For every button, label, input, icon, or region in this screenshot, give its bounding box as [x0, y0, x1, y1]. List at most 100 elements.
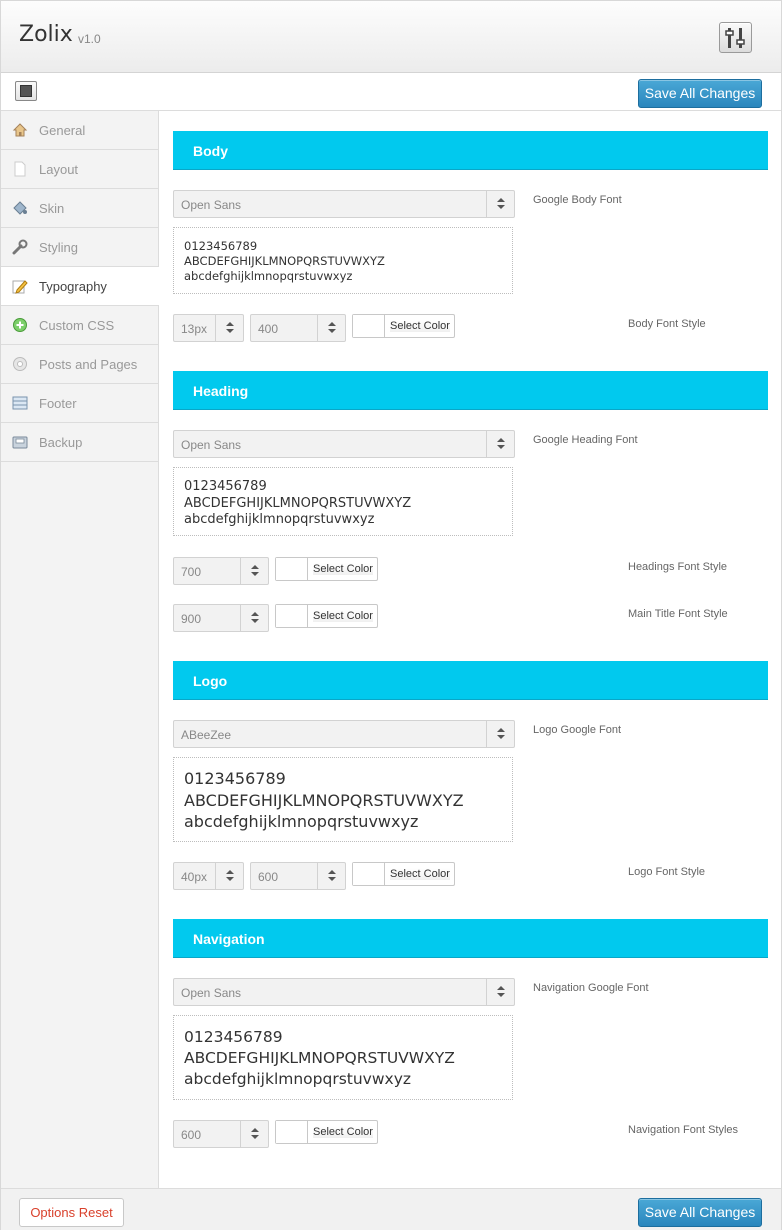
sidebar-item-label: Styling — [39, 240, 79, 255]
preview-uppercase: ABCDEFGHIJKLMNOPQRSTUVWXYZ — [184, 254, 385, 268]
navigation-font-select[interactable]: Open Sans — [173, 978, 515, 1006]
body-font-preview: 0123456789 ABCDEFGHIJKLMNOPQRSTUVWXYZ ab… — [173, 227, 513, 294]
heading-font-select[interactable]: Open Sans — [173, 430, 515, 458]
body-font-weight-select[interactable]: 400 — [250, 314, 346, 342]
sidebar-item-label: Footer — [39, 396, 77, 411]
logo-color-picker[interactable]: Select Color — [352, 862, 455, 886]
sidebar-item-skin[interactable]: Skin — [1, 189, 158, 228]
color-swatch — [276, 558, 308, 580]
sidebar-item-footer[interactable]: Footer — [1, 384, 158, 423]
navigation-font-weight-select[interactable]: 600 — [173, 1120, 269, 1148]
color-swatch — [276, 1121, 308, 1143]
navigation-font-label: Navigation Google Font — [533, 982, 649, 994]
save-all-changes-button-bottom[interactable]: Save All Changes — [638, 1198, 762, 1227]
sidebar-item-typography[interactable]: Typography — [1, 267, 159, 306]
pencil-icon — [12, 280, 28, 294]
select-value: ABeeZee — [181, 728, 232, 742]
select-arrows-icon — [317, 863, 345, 889]
logo-font-label: Logo Google Font — [533, 724, 622, 736]
heading-font-weight-select[interactable]: 700 — [173, 557, 269, 585]
select-arrows-icon — [486, 979, 514, 1005]
options-reset-button[interactable]: Options Reset — [19, 1198, 124, 1227]
preview-digits: 0123456789 — [184, 479, 267, 494]
select-arrows-icon — [240, 605, 268, 631]
preview-lowercase: abcdefghijklmnopqrstuvwxyz — [184, 1070, 412, 1088]
sidebar-item-label: Posts and Pages — [39, 357, 138, 372]
preview-digits: 0123456789 — [184, 769, 286, 788]
main-title-font-weight-select[interactable]: 900 — [173, 604, 269, 632]
app-version: v1.0 — [78, 32, 101, 46]
body-font-style-label: Body Font Style — [628, 318, 706, 330]
sidebar-item-label: General — [39, 123, 86, 138]
section-title: Logo — [193, 673, 228, 689]
select-value: 400 — [258, 322, 279, 336]
select-arrows-icon — [215, 315, 243, 341]
select-arrows-icon — [240, 558, 268, 584]
select-value: 900 — [181, 612, 202, 626]
preview-lowercase: abcdefghijklmnopqrstuvwxyz — [184, 812, 419, 831]
pages-icon — [13, 357, 27, 371]
heading-font-label: Google Heading Font — [533, 434, 638, 446]
paint-bucket-icon — [13, 201, 27, 215]
logo-font-style-label: Logo Font Style — [628, 866, 706, 878]
sidebar-item-posts-and-pages[interactable]: Posts and Pages — [1, 345, 158, 384]
sidebar-item-custom-css[interactable]: Custom CSS — [1, 306, 158, 345]
select-color-label: Select Color — [313, 610, 373, 622]
sidebar-item-backup[interactable]: Backup — [1, 423, 158, 462]
logo-font-select[interactable]: ABeeZee — [173, 720, 515, 748]
heading-font-preview: 0123456789 ABCDEFGHIJKLMNOPQRSTUVWXYZ ab… — [173, 467, 513, 536]
select-value: 700 — [181, 565, 202, 579]
settings-button[interactable] — [719, 22, 752, 53]
section-header-navigation: Navigation — [173, 919, 768, 958]
logo-font-weight-select[interactable]: 600 — [250, 862, 346, 890]
section-header-logo: Logo — [173, 661, 768, 700]
plus-circle-icon — [13, 318, 27, 332]
sidebar-item-label: Backup — [39, 435, 83, 450]
heading-color-picker[interactable]: Select Color — [275, 557, 378, 581]
page-icon — [14, 161, 26, 177]
color-swatch — [353, 863, 385, 885]
select-arrows-icon — [215, 863, 243, 889]
body-font-select[interactable]: Open Sans — [173, 190, 515, 218]
select-arrows-icon — [486, 721, 514, 747]
select-value: 600 — [258, 870, 279, 884]
select-value: Open Sans — [181, 986, 242, 1000]
main-title-color-picker[interactable]: Select Color — [275, 604, 378, 628]
app-title: Zolix — [19, 22, 73, 47]
sidebar-item-layout[interactable]: Layout — [1, 150, 158, 189]
sidebar-item-label: Layout — [39, 162, 79, 177]
select-arrows-icon — [240, 1121, 268, 1147]
navigation-color-picker[interactable]: Select Color — [275, 1120, 378, 1144]
sliders-icon — [725, 28, 745, 48]
body-font-label: Google Body Font — [533, 194, 622, 206]
footer-bar: Options Reset Save All Changes — [1, 1188, 781, 1230]
window-icon — [20, 85, 32, 97]
select-arrows-icon — [317, 315, 345, 341]
select-color-label: Select Color — [313, 1126, 373, 1138]
body-color-picker[interactable]: Select Color — [352, 314, 455, 338]
select-value: Open Sans — [181, 198, 242, 212]
wrench-icon — [12, 239, 28, 255]
preview-uppercase: ABCDEFGHIJKLMNOPQRSTUVWXYZ — [184, 790, 464, 810]
sidebar-item-general[interactable]: General — [1, 111, 158, 150]
section-title: Heading — [193, 383, 249, 399]
select-color-label: Select Color — [390, 320, 450, 332]
sidebar-item-label: Custom CSS — [39, 318, 115, 333]
footer-icon — [12, 396, 28, 410]
sidebar-item-styling[interactable]: Styling — [1, 228, 158, 267]
select-color-label: Select Color — [313, 563, 373, 575]
options-panel: Zolix v1.0 Save All Changes General Layo… — [0, 0, 782, 1230]
headings-font-style-label: Headings Font Style — [628, 561, 728, 573]
select-value: 13px — [181, 322, 208, 336]
body-font-size-select[interactable]: 13px — [173, 314, 244, 342]
section-title: Navigation — [193, 931, 265, 947]
preview-lowercase: abcdefghijklmnopqrstuvwxyz — [184, 512, 375, 527]
preview-digits: 0123456789 — [184, 239, 258, 253]
navigation-font-preview: 0123456789 ABCDEFGHIJKLMNOPQRSTUVWXYZ ab… — [173, 1015, 513, 1100]
save-all-changes-button-top[interactable]: Save All Changes — [638, 79, 762, 108]
sidebar-item-label: Skin — [39, 201, 65, 216]
preview-uppercase: ABCDEFGHIJKLMNOPQRSTUVWXYZ — [184, 495, 412, 511]
preview-lowercase: abcdefghijklmnopqrstuvwxyz — [184, 269, 353, 283]
logo-font-size-select[interactable]: 40px — [173, 862, 244, 890]
fullscreen-toggle-button[interactable] — [15, 81, 37, 101]
